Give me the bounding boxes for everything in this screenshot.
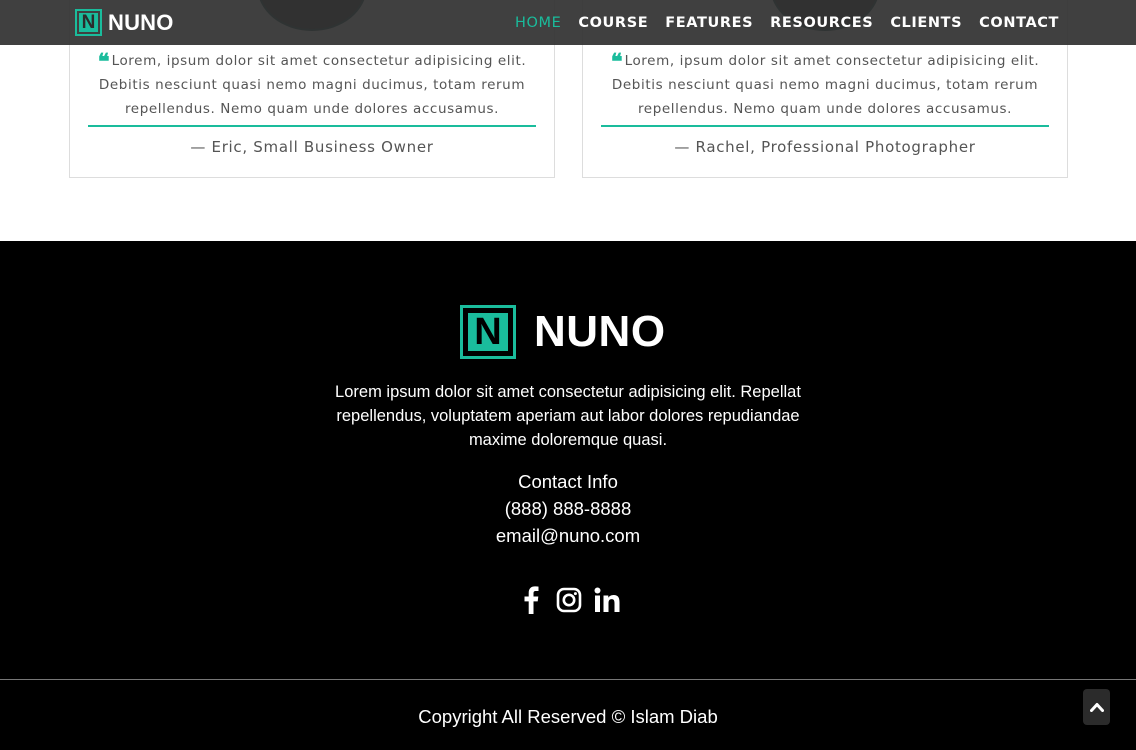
footer-description: Lorem ipsum dolor sit amet consectetur a… [335,383,801,449]
nav-link-contact[interactable]: CONTACT [979,15,1059,31]
logo-icon: N [75,9,102,36]
testimonial-author: — Rachel, Professional Photographer [674,138,976,156]
divider [601,125,1049,127]
copyright-text: Copyright All Reserved © Islam Diab [418,706,718,727]
contact-email[interactable]: email@nuno.com [0,525,1136,547]
footer: N NUNO Lorem ipsum dolor sit amet consec… [0,241,1136,750]
social-links [518,585,632,615]
footer-divider [0,679,1136,680]
nav-menu: HOME COURSE FEATURES RESOURCES CLIENTS C… [498,0,1059,45]
footer-brand-name: NUNO [534,307,666,356]
brand-name: NUNO [108,9,174,35]
testimonial-quote: ❝ Lorem, ipsum dolor sit amet consectetur… [601,49,1049,121]
testimonial-quote: ❝ Lorem, ipsum dolor sit amet consectetur… [88,49,536,121]
scroll-to-top-button[interactable] [1083,689,1110,725]
quote-text: Lorem, ipsum dolor sit amet consectetur … [611,53,1040,117]
facebook-icon[interactable] [518,585,544,615]
brand-link[interactable]: N NUNO [75,9,174,36]
logo-icon: N [460,305,516,359]
quote-icon: ❝ [97,49,110,75]
contact-phone[interactable]: (888) 888-8888 [0,498,1136,520]
quote-text: Lorem, ipsum dolor sit amet consectetur … [98,53,527,117]
nav-link-features[interactable]: FEATURES [665,15,753,31]
nav-link-clients[interactable]: CLIENTS [890,15,962,31]
contact-info-title: Contact Info [518,471,618,492]
testimonial-author: — Eric, Small Business Owner [190,138,434,156]
nav-link-course[interactable]: COURSE [578,15,648,31]
quote-icon: ❝ [610,49,623,75]
linkedin-icon[interactable] [594,585,620,615]
nav-link-resources[interactable]: RESOURCES [770,15,873,31]
instagram-icon[interactable] [556,585,582,615]
footer-brand: N NUNO [460,305,666,359]
nav-link-home[interactable]: HOME [515,15,561,31]
top-navbar: N NUNO HOME COURSE FEATURES RESOURCES CL… [0,0,1136,45]
divider [88,125,536,127]
chevron-up-icon [1089,703,1104,712]
